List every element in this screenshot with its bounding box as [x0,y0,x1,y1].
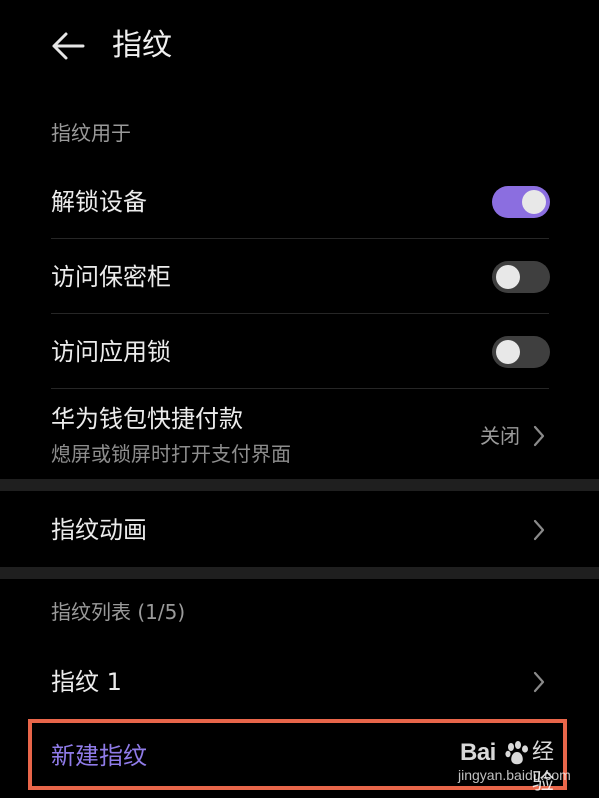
back-button[interactable] [44,24,92,68]
row-fingerprint-1[interactable]: 指纹 1 [0,645,599,719]
toggle-knob [522,190,546,214]
section-label-fingerprint-list: 指纹列表 (1/5) [51,600,186,624]
row-title: 华为钱包快捷付款 [51,405,243,433]
row-title: 指纹动画 [51,516,147,544]
section-gap [0,479,599,491]
app-header: 指纹 [0,0,599,96]
row-title: 解锁设备 [51,188,147,216]
row-app-lock[interactable]: 访问应用锁 [0,314,599,388]
toggle-knob [496,340,520,364]
chevron-right-icon [533,425,545,447]
row-subtitle: 熄屏或锁屏时打开支付界面 [51,442,291,466]
wallet-status-value: 关闭 [480,424,520,448]
paw-icon [505,741,528,765]
row-title: 指纹 1 [51,668,122,696]
row-title: 访问应用锁 [51,338,171,366]
toggle-knob [496,265,520,289]
section-gap [0,567,599,579]
page-title: 指纹 [112,28,172,63]
row-wallet-quick-pay[interactable]: 华为钱包快捷付款 熄屏或锁屏时打开支付界面 关闭 [0,389,599,479]
baidu-watermark: Bai 经验 jingyan.baidu.com [452,738,572,795]
new-fingerprint-button[interactable]: 新建指纹 [51,740,147,772]
watermark-brand-left: Bai [460,739,496,766]
row-fingerprint-animation[interactable]: 指纹动画 [0,491,599,567]
row-title: 访问保密柜 [51,263,171,291]
chevron-right-icon [533,671,545,693]
row-safe-access[interactable]: 访问保密柜 [0,239,599,313]
toggle-app-lock[interactable] [492,336,550,368]
toggle-safe-access[interactable] [492,261,550,293]
back-arrow-icon [52,32,85,60]
row-unlock-device[interactable]: 解锁设备 [0,166,599,238]
section-label-usage: 指纹用于 [51,121,131,145]
watermark-url: jingyan.baidu.com [458,767,571,783]
chevron-right-icon [533,519,545,541]
toggle-unlock-device[interactable] [492,186,550,218]
